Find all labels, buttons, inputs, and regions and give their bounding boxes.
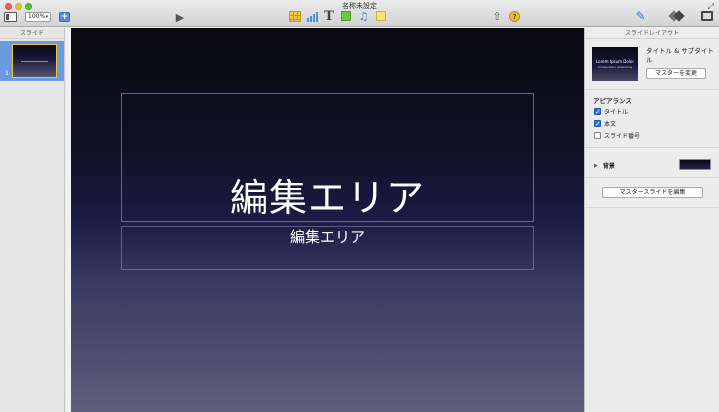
slide-thumbnail[interactable] [12, 44, 57, 78]
layout-thumbnail: Lorem Ipsum Dolor Consectetur adipiscing [592, 47, 638, 81]
slide-number-checkbox-row[interactable]: スライド番号 [594, 131, 640, 140]
share-icon[interactable]: ⇧ [492, 9, 502, 23]
slide-subtitle[interactable]: 編集エリア [122, 228, 533, 246]
divider [585, 207, 719, 208]
slide-canvas[interactable]: 編集エリア 編集エリア [71, 28, 584, 412]
layout-thumbnail-subtitle: Consectetur adipiscing [597, 65, 633, 69]
slide-thumbnail-row[interactable]: 1 [0, 41, 64, 81]
edit-master-slide-button[interactable]: マスタースライドを編集 [602, 187, 703, 198]
inspector-panel: スライドレイアウト Lorem Ipsum Dolor Consectetur … [584, 28, 719, 412]
play-icon[interactable]: ▶ [175, 11, 185, 24]
subtitle-placeholder[interactable]: 編集エリア [121, 226, 534, 270]
animate-icon[interactable] [670, 11, 685, 22]
navigator-header: スライド [0, 28, 64, 39]
divider [585, 147, 719, 148]
body-checkbox[interactable]: ✓ [594, 120, 601, 128]
comment-icon[interactable] [376, 11, 386, 21]
appearance-label: アピアランス [593, 97, 632, 105]
background-label: 背景 [602, 163, 615, 170]
shape-icon[interactable] [341, 11, 351, 21]
title-checkbox[interactable]: ✓ [594, 108, 601, 116]
slide-navigator: スライド 1 [0, 28, 65, 412]
inspector-header: スライドレイアウト [585, 28, 719, 39]
zoom-value: 100% [28, 13, 46, 20]
divider [585, 177, 719, 178]
zoom-select[interactable]: 100% ▾ [25, 12, 51, 22]
table-icon[interactable] [289, 11, 301, 22]
chart-icon[interactable] [306, 11, 319, 22]
format-icon[interactable]: ✎ [634, 9, 647, 23]
body-checkbox-label: 本文 [604, 121, 617, 128]
body-checkbox-row[interactable]: ✓ 本文 [594, 119, 616, 128]
title-checkbox-label: タイトル [604, 109, 629, 116]
title-placeholder[interactable]: 編集エリア [121, 93, 534, 222]
title-checkbox-row[interactable]: ✓ タイトル [594, 107, 628, 116]
slide-title[interactable]: 編集エリア [122, 175, 533, 221]
slide-number: 1 [5, 70, 9, 77]
background-color-well[interactable] [679, 159, 711, 170]
add-slide-button[interactable]: + [59, 12, 70, 22]
view-icon[interactable] [4, 12, 17, 22]
layout-thumbnail-title: Lorem Ipsum Dolor [595, 59, 635, 64]
change-master-button[interactable]: マスターを変更 [646, 68, 706, 79]
divider [585, 89, 719, 90]
toolbar: 名称未設定 ⤢ 100% ▾ + ▶ T ♫ ⇧ ? ✎ [0, 0, 719, 27]
document-icon[interactable] [701, 11, 713, 21]
media-icon[interactable]: ♫ [357, 10, 370, 23]
layout-name: タイトル & サブタイトル [646, 47, 714, 64]
chevron-down-icon: ▾ [45, 14, 48, 20]
text-icon[interactable]: T [323, 9, 335, 24]
slide-number-checkbox[interactable] [594, 132, 601, 139]
disclosure-triangle-icon[interactable]: ▶ [594, 163, 598, 169]
background-row[interactable]: ▶ 背景 [594, 161, 615, 171]
slide-number-checkbox-label: スライド番号 [604, 133, 641, 140]
help-icon[interactable]: ? [509, 11, 520, 22]
